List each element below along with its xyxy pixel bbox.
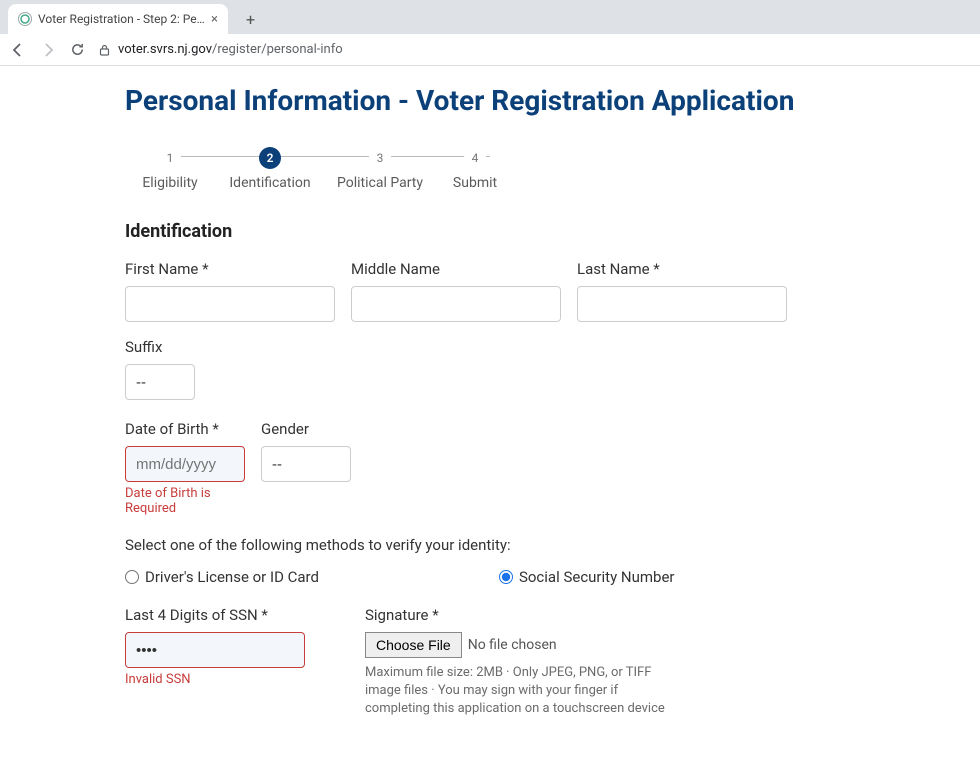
last-name-field: Last Name *	[577, 260, 787, 322]
step-label: Submit	[453, 175, 497, 191]
signature-hint: Maximum file size: 2MB · Only JPEG, PNG,…	[365, 664, 665, 719]
page-title: Personal Information - Voter Registratio…	[125, 84, 855, 117]
step-label: Political Party	[337, 175, 423, 191]
address-bar: voter.svrs.nj.gov/register/personal-info	[0, 34, 980, 66]
url-field[interactable]: voter.svrs.nj.gov/register/personal-info	[99, 42, 970, 57]
reload-button[interactable]	[70, 42, 85, 57]
ssn-input[interactable]	[125, 632, 305, 668]
step-number: 2	[259, 147, 281, 169]
dob-input[interactable]	[125, 446, 245, 482]
verify-dl-label: Driver's License or ID Card	[145, 568, 319, 586]
suffix-select[interactable]: --	[125, 364, 195, 400]
dob-gender-row: Date of Birth * Date of Birth is Require…	[125, 420, 855, 516]
tab-title: Voter Registration - Step 2: Perso	[38, 12, 205, 26]
gender-label: Gender	[261, 420, 351, 438]
step-political-party[interactable]: 3 Political Party	[325, 145, 435, 191]
first-name-label: First Name *	[125, 260, 335, 278]
section-title: Identification	[125, 221, 855, 242]
verify-ssn-option[interactable]: Social Security Number	[499, 568, 675, 586]
file-picker: Choose File No file chosen	[365, 632, 675, 658]
dob-error: Date of Birth is Required	[125, 486, 245, 516]
suffix-label: Suffix	[125, 338, 195, 356]
last-name-input[interactable]	[577, 286, 787, 322]
verify-dl-option[interactable]: Driver's License or ID Card	[125, 568, 319, 586]
name-row: First Name * Middle Name Last Name * Suf…	[125, 260, 855, 400]
verify-instruction: Select one of the following methods to v…	[125, 536, 855, 554]
middle-name-field: Middle Name	[351, 260, 561, 322]
first-name-field: First Name *	[125, 260, 335, 322]
middle-name-input[interactable]	[351, 286, 561, 322]
stepper: 1 Eligibility 2 Identification 3 Politic…	[125, 145, 855, 191]
gender-select[interactable]: --	[261, 446, 351, 482]
page-content: Personal Information - Voter Registratio…	[125, 66, 855, 779]
choose-file-button[interactable]: Choose File	[365, 632, 462, 658]
suffix-field: Suffix --	[125, 338, 195, 400]
url-text: voter.svrs.nj.gov/register/personal-info	[118, 42, 343, 57]
browser-tab[interactable]: Voter Registration - Step 2: Perso ×	[8, 4, 228, 34]
favicon	[18, 12, 32, 26]
dob-field: Date of Birth * Date of Birth is Require…	[125, 420, 245, 516]
last-name-label: Last Name *	[577, 260, 787, 278]
step-number: 1	[159, 147, 181, 169]
ssn-field: Last 4 Digits of SSN * Invalid SSN	[125, 606, 305, 687]
ssn-error: Invalid SSN	[125, 672, 305, 687]
middle-name-label: Middle Name	[351, 260, 561, 278]
verify-dl-radio[interactable]	[125, 570, 139, 584]
step-submit[interactable]: 4 Submit	[435, 145, 515, 191]
step-eligibility[interactable]: 1 Eligibility	[125, 145, 215, 191]
verify-ssn-label: Social Security Number	[519, 568, 675, 586]
forward-button[interactable]	[40, 42, 56, 58]
file-status: No file chosen	[468, 637, 557, 653]
lock-icon	[99, 44, 110, 56]
signature-label: Signature *	[365, 606, 675, 624]
new-tab-button[interactable]: +	[238, 10, 263, 29]
ssn-label: Last 4 Digits of SSN *	[125, 606, 305, 624]
tab-bar: Voter Registration - Step 2: Perso × +	[0, 0, 980, 34]
signature-field: Signature * Choose File No file chosen M…	[365, 606, 675, 719]
verify-ssn-radio[interactable]	[499, 570, 513, 584]
ssn-signature-row: Last 4 Digits of SSN * Invalid SSN Signa…	[125, 606, 855, 719]
step-number: 3	[369, 147, 391, 169]
browser-chrome: Voter Registration - Step 2: Perso × + v…	[0, 0, 980, 66]
first-name-input[interactable]	[125, 286, 335, 322]
step-label: Eligibility	[142, 175, 197, 191]
step-identification[interactable]: 2 Identification	[215, 145, 325, 191]
step-label: Identification	[229, 175, 310, 191]
verify-method-row: Driver's License or ID Card Social Secur…	[125, 568, 855, 586]
close-icon[interactable]: ×	[211, 12, 218, 27]
step-number: 4	[464, 147, 486, 169]
gender-field: Gender --	[261, 420, 351, 482]
dob-label: Date of Birth *	[125, 420, 245, 438]
back-button[interactable]	[10, 42, 26, 58]
